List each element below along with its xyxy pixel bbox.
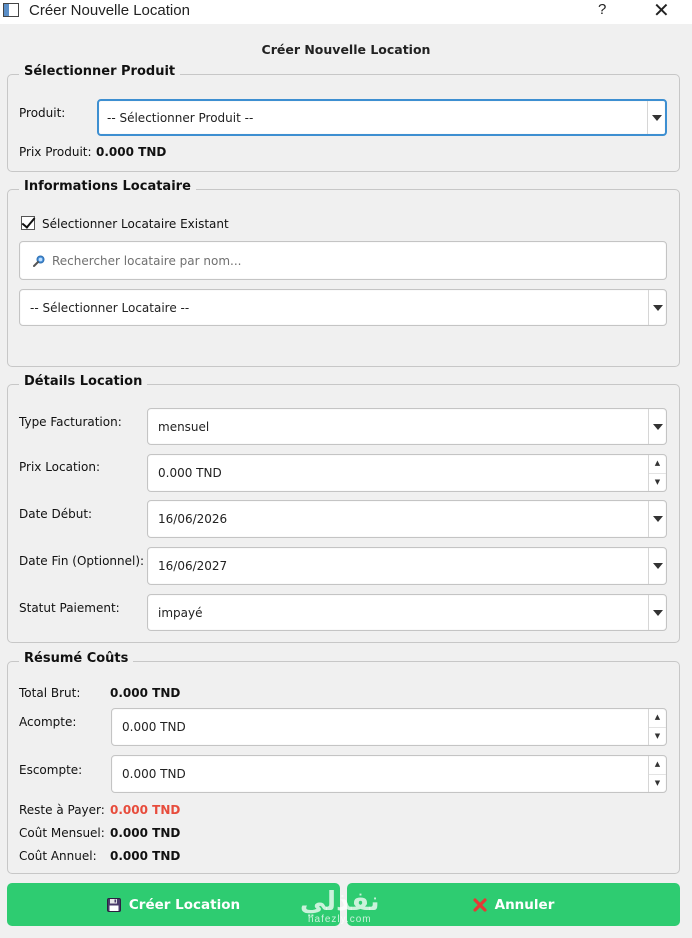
acompte-value: 0.000 TND xyxy=(122,720,186,734)
existing-locataire-label[interactable]: Sélectionner Locataire Existant xyxy=(42,217,229,231)
window-title: Créer Nouvelle Location xyxy=(29,2,190,19)
cout-mensuel-value: 0.000 TND xyxy=(110,826,181,840)
type-facturation-label: Type Facturation: xyxy=(19,415,122,429)
search-icon xyxy=(33,255,45,267)
locataire-search-placeholder: Rechercher locataire par nom... xyxy=(52,253,242,268)
produit-group: Sélectionner Produit Produit: -- Sélecti… xyxy=(7,64,680,172)
prix-location-stepper[interactable]: ▲ ▼ xyxy=(648,455,666,491)
escompte-label: Escompte: xyxy=(19,763,83,777)
floppy-disk-icon xyxy=(106,897,121,912)
spin-down-icon[interactable]: ▼ xyxy=(649,773,666,793)
escompte-stepper[interactable]: ▲ ▼ xyxy=(648,756,666,792)
cross-icon xyxy=(473,897,487,912)
total-brut-value: 0.000 TND xyxy=(110,686,181,700)
type-facturation-dropdown[interactable]: mensuel xyxy=(147,408,667,445)
window-app-icon xyxy=(3,3,19,17)
resume-group-title: Résumé Coûts xyxy=(19,651,134,666)
prix-produit-value: 0.000 TND xyxy=(96,145,167,159)
prix-produit-label: Prix Produit: xyxy=(19,145,92,159)
locataire-dropdown-value: -- Sélectionner Locataire -- xyxy=(30,300,190,315)
existing-locataire-checkbox[interactable] xyxy=(21,216,35,230)
produit-dropdown[interactable]: -- Sélectionner Produit -- xyxy=(97,99,667,136)
cout-mensuel-label: Coût Mensuel: xyxy=(19,826,105,840)
create-location-button[interactable]: Créer Location xyxy=(7,883,340,926)
acompte-stepper[interactable]: ▲ ▼ xyxy=(648,709,666,745)
cout-annuel-label: Coût Annuel: xyxy=(19,849,97,863)
window-titlebar: Créer Nouvelle Location ? ✕ xyxy=(0,0,692,24)
prix-location-value: 0.000 TND xyxy=(158,466,222,480)
spin-up-icon[interactable]: ▲ xyxy=(649,455,666,473)
statut-paiement-label: Statut Paiement: xyxy=(19,601,120,615)
escompte-spinbox[interactable]: 0.000 TND ▲ ▼ xyxy=(111,755,667,793)
locataire-group-title: Informations Locataire xyxy=(19,179,196,194)
details-group: Détails Location Type Facturation: mensu… xyxy=(7,374,680,643)
date-debut-label: Date Début: xyxy=(19,507,93,521)
help-button[interactable]: ? xyxy=(598,1,606,18)
produit-dropdown-value: -- Sélectionner Produit -- xyxy=(107,110,254,125)
chevron-down-icon[interactable] xyxy=(648,548,666,584)
chevron-down-icon[interactable] xyxy=(647,101,665,134)
chevron-down-icon[interactable] xyxy=(648,409,666,444)
locataire-search-input[interactable]: Rechercher locataire par nom... xyxy=(19,241,667,280)
spin-down-icon[interactable]: ▼ xyxy=(649,472,666,492)
type-facturation-value: mensuel xyxy=(158,419,210,434)
acompte-label: Acompte: xyxy=(19,715,77,729)
cout-annuel-value: 0.000 TND xyxy=(110,849,181,863)
spin-up-icon[interactable]: ▲ xyxy=(649,756,666,774)
date-debut-dropdown[interactable]: 16/06/2026 xyxy=(147,500,667,538)
locataire-dropdown[interactable]: -- Sélectionner Locataire -- xyxy=(19,289,667,326)
date-debut-value: 16/06/2026 xyxy=(158,512,228,526)
spin-down-icon[interactable]: ▼ xyxy=(649,726,666,746)
cancel-label: Annuler xyxy=(494,896,555,913)
date-fin-label: Date Fin (Optionnel): xyxy=(19,554,145,568)
close-button[interactable]: ✕ xyxy=(653,0,670,23)
statut-paiement-dropdown[interactable]: impayé xyxy=(147,594,667,631)
chevron-down-icon[interactable] xyxy=(648,290,666,325)
cancel-button[interactable]: Annuler xyxy=(347,883,680,926)
produit-label: Produit: xyxy=(19,106,66,120)
details-group-title: Détails Location xyxy=(19,374,148,389)
date-fin-value: 16/06/2027 xyxy=(158,559,228,573)
create-location-label: Créer Location xyxy=(128,896,241,913)
statut-paiement-value: impayé xyxy=(158,605,203,620)
chevron-down-icon[interactable] xyxy=(648,501,666,537)
total-brut-label: Total Brut: xyxy=(19,686,81,700)
spin-up-icon[interactable]: ▲ xyxy=(649,709,666,727)
date-fin-dropdown[interactable]: 16/06/2027 xyxy=(147,547,667,585)
resume-group: Résumé Coûts Total Brut: 0.000 TND Acomp… xyxy=(7,651,680,874)
chevron-down-icon[interactable] xyxy=(648,595,666,630)
reste-a-payer-value: 0.000 TND xyxy=(110,803,181,817)
prix-location-label: Prix Location: xyxy=(19,460,101,474)
acompte-spinbox[interactable]: 0.000 TND ▲ ▼ xyxy=(111,708,667,746)
produit-group-title: Sélectionner Produit xyxy=(19,64,181,79)
escompte-value: 0.000 TND xyxy=(122,767,186,781)
prix-location-spinbox[interactable]: 0.000 TND ▲ ▼ xyxy=(147,454,667,492)
locataire-group: Informations Locataire Sélectionner Loca… xyxy=(7,179,680,367)
reste-a-payer-label: Reste à Payer: xyxy=(19,803,105,817)
dialog-heading: Créer Nouvelle Location xyxy=(261,42,431,57)
